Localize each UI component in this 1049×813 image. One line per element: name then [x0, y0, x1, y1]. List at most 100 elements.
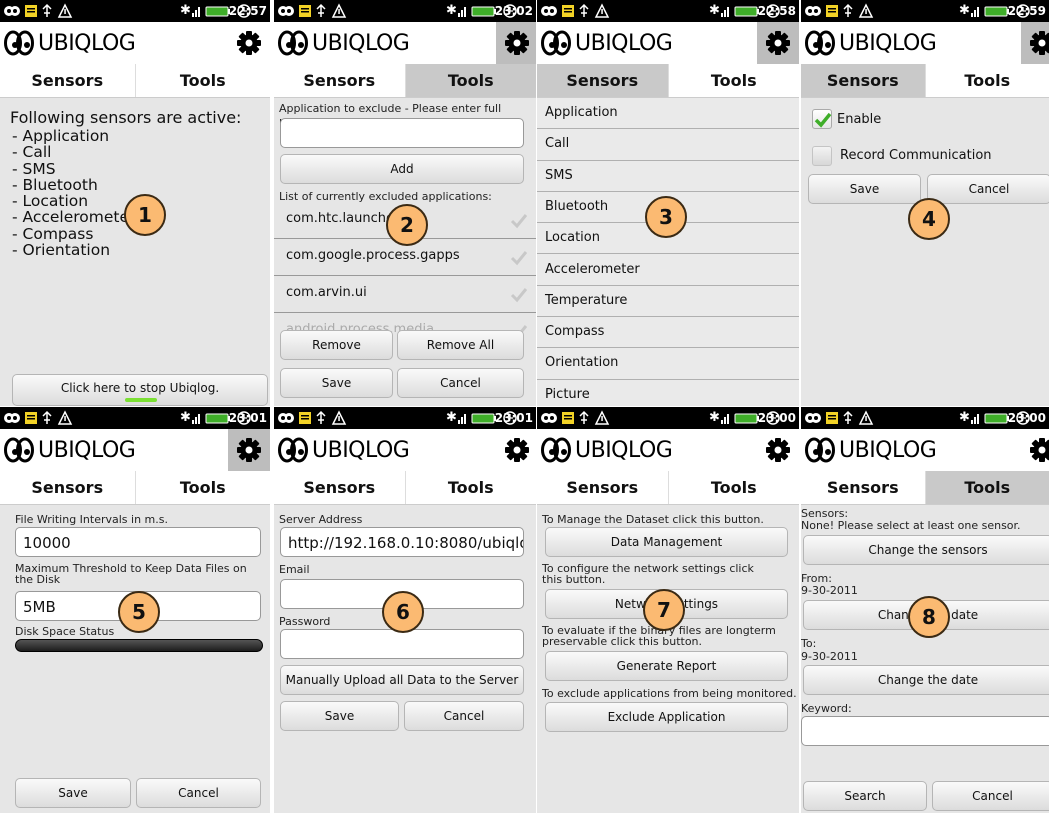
save-button[interactable]: Save	[280, 701, 399, 731]
sensor-list-item[interactable]: Picture	[537, 380, 799, 406]
screen-tools: ✱ 23:00 UBIQLOG Sensors Tools To Manage …	[537, 407, 799, 813]
tab-sensors[interactable]: Sensors	[801, 64, 925, 97]
save-button[interactable]: Save	[808, 174, 921, 204]
settings-button[interactable]	[228, 22, 270, 64]
settings-button[interactable]	[757, 429, 799, 471]
app-header: UBIQLOG	[801, 22, 1049, 64]
remove-button[interactable]: Remove	[280, 330, 393, 360]
search-button[interactable]: Search	[803, 781, 927, 811]
tab-tools[interactable]: Tools	[667, 471, 800, 504]
generate-report-button[interactable]: Generate Report	[545, 651, 788, 681]
notification-icons	[4, 3, 73, 18]
step-badge: 2	[386, 204, 428, 246]
sensor-list-body: Application Call SMS Bluetooth Location Accel…	[537, 98, 799, 406]
enable-checkbox[interactable]	[812, 109, 832, 129]
tab-tools[interactable]: Tools	[134, 471, 271, 504]
status-time: 23:02	[494, 4, 533, 18]
settings-button[interactable]	[1021, 429, 1049, 471]
tab-tools[interactable]: Tools	[404, 471, 537, 504]
eyes-logo-icon	[4, 30, 34, 56]
sensor-list-item[interactable]: Application	[537, 98, 799, 130]
screen-sensors-status: ✱ 22:57 UBIQLOG Sensors Tools Following …	[0, 0, 270, 406]
upload-button[interactable]: Manually Upload all Data to the Server	[280, 665, 524, 695]
status-time: 23:01	[494, 411, 533, 425]
sensor-list-item[interactable]: Temperature	[537, 286, 799, 318]
tab-tools[interactable]: Tools	[924, 471, 1049, 504]
exclude-app-input[interactable]	[280, 118, 524, 148]
sensor-list-item[interactable]: Orientation	[537, 348, 799, 380]
eyes-logo-icon	[805, 437, 835, 463]
tab-sensors[interactable]: Sensors	[274, 471, 405, 504]
running-indicator	[125, 398, 157, 402]
sensor-list-item[interactable]: Accelerometer	[537, 255, 799, 286]
bluetooth-icon: ✱	[709, 410, 720, 425]
eyes-logo-icon	[541, 437, 571, 463]
cancel-button[interactable]: Cancel	[927, 174, 1049, 204]
tab-sensors[interactable]: Sensors	[0, 64, 135, 97]
change-sensors-button[interactable]: Change the sensors	[803, 535, 1049, 565]
settings-button[interactable]	[757, 22, 799, 64]
keyword-input[interactable]	[801, 716, 1049, 746]
interval-input[interactable]: 10000	[15, 527, 261, 557]
tab-tools[interactable]: Tools	[134, 64, 271, 97]
save-button[interactable]: Save	[15, 778, 131, 808]
add-button[interactable]: Add	[280, 154, 524, 184]
tab-sensors[interactable]: Sensors	[274, 64, 405, 97]
tab-tools[interactable]: Tools	[924, 64, 1049, 97]
notification-icons	[541, 3, 610, 18]
cancel-button[interactable]: Cancel	[136, 778, 261, 808]
change-to-date-button[interactable]: Change the date	[803, 665, 1049, 695]
password-input[interactable]	[280, 629, 524, 659]
active-sensor-item: - Accelerometer	[12, 208, 136, 227]
save-button[interactable]: Save	[280, 368, 393, 398]
sensor-list-item[interactable]: Compass	[537, 317, 799, 349]
cancel-button[interactable]: Cancel	[932, 781, 1049, 811]
tab-tools[interactable]: Tools	[667, 64, 800, 97]
sensor-list-item[interactable]: Call	[537, 129, 799, 161]
eyes-logo-icon	[278, 437, 308, 463]
bluetooth-icon: ✱	[959, 3, 970, 18]
network-settings-text: To configure the network settings click …	[542, 562, 754, 586]
tab-tools[interactable]: Tools	[404, 64, 536, 97]
tab-sensors[interactable]: Sensors	[801, 471, 925, 504]
settings-button[interactable]	[1021, 22, 1049, 64]
app-name: UBIQLOG	[38, 437, 136, 463]
tab-bar: Sensors Tools	[537, 471, 799, 505]
step-badge: 8	[908, 596, 950, 638]
bluetooth-icon: ✱	[180, 3, 191, 18]
active-sensors-list: - Application - Call - SMS - Bluetooth - Loc…	[12, 128, 136, 260]
threshold-label: Maximum Threshold to Keep Data Files on …	[15, 562, 247, 586]
status-bar: ✱ 23:01	[0, 407, 270, 429]
stop-ubiqlog-button[interactable]: Click here to stop Ubiqlog.	[12, 374, 268, 406]
active-sensor-item: - Orientation	[12, 241, 111, 260]
sensor-list-item[interactable]: SMS	[537, 161, 799, 192]
tab-sensors[interactable]: Sensors	[0, 471, 135, 504]
settings-button[interactable]	[496, 22, 536, 64]
to-label: To:	[801, 637, 817, 650]
eyes-logo-icon	[541, 30, 571, 56]
app-name: UBIQLOG	[38, 30, 136, 56]
password-label: Password	[279, 615, 331, 628]
from-date: 9-30-2011	[801, 584, 858, 597]
status-time: 22:59	[1007, 4, 1046, 18]
gear-icon	[1030, 438, 1049, 462]
data-management-button[interactable]: Data Management	[545, 527, 788, 557]
settings-button[interactable]	[496, 429, 536, 471]
status-bar: ✱ 22:57	[0, 0, 270, 22]
notification-icons	[278, 410, 347, 425]
tab-sensors[interactable]: Sensors	[537, 64, 668, 97]
notification-icons	[805, 3, 874, 18]
bluetooth-icon: ✱	[446, 3, 457, 18]
step-badge: 7	[643, 589, 685, 631]
exclude-apps-body: Application to exclude - Please enter fu…	[274, 98, 536, 406]
settings-button[interactable]	[228, 429, 270, 471]
cancel-button[interactable]: Cancel	[404, 701, 524, 731]
file-settings-body: File Writing Intervals in m.s. 10000 Max…	[0, 505, 270, 813]
excluded-app-row[interactable]: com.arvin.ui	[274, 276, 536, 313]
record-communication-checkbox[interactable]	[812, 146, 832, 166]
server-address-input[interactable]: http://192.168.0.10:8080/ubiqlogserver	[280, 527, 524, 557]
remove-all-button[interactable]: Remove All	[397, 330, 524, 360]
cancel-button[interactable]: Cancel	[397, 368, 524, 398]
tab-sensors[interactable]: Sensors	[537, 471, 668, 504]
exclude-application-button[interactable]: Exclude Application	[545, 702, 788, 732]
